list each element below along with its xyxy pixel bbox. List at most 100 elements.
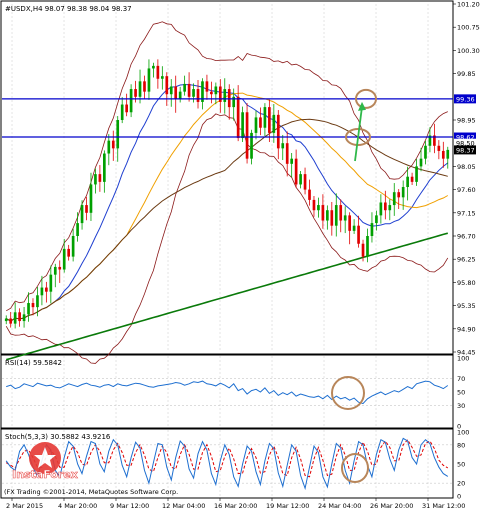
candle-body <box>223 89 227 102</box>
candle-body <box>40 287 44 296</box>
candle-body <box>49 274 53 292</box>
candle-body <box>80 205 84 224</box>
candle-body <box>31 303 35 308</box>
chart-root: 99.36 98.62 98.50 98.37 101.20 100.75 100.30 99… <box>0 0 480 510</box>
candle-body <box>321 205 325 221</box>
candle-body <box>392 192 396 206</box>
candle-body <box>294 158 298 185</box>
candle-body <box>348 215 351 231</box>
candle-body <box>446 149 450 159</box>
candle-body <box>192 89 195 97</box>
candle-body <box>71 236 75 257</box>
candle-body <box>218 86 222 102</box>
candle-body <box>125 104 128 113</box>
y-tick-label: 97.60 <box>457 186 476 194</box>
candle-body <box>268 107 271 133</box>
candle-body <box>441 150 445 159</box>
instaforex-text: InstaForex <box>12 468 78 481</box>
candle-body <box>178 91 182 100</box>
stoch-y-tick-label: 100 <box>457 429 469 437</box>
candle-body <box>196 89 200 102</box>
candle-body <box>214 86 218 95</box>
candle-body <box>357 225 360 244</box>
price-tag-label: 99.36 <box>456 95 475 103</box>
candle-body <box>107 140 111 154</box>
rsi-y-tick-label: 100 <box>457 355 469 363</box>
candle-body <box>415 166 418 182</box>
candle-body <box>401 187 405 198</box>
candle-body <box>147 68 151 92</box>
candle-body <box>210 91 213 95</box>
candle-body <box>27 303 30 315</box>
copyright-text: (FX Trading ©2001-2014, MetaQuotes Softw… <box>4 488 178 496</box>
x-tick-label: 12 Mar 04:00 <box>162 502 205 510</box>
y-tick-label: 94.90 <box>457 325 476 333</box>
main-panel-frame <box>0 0 454 355</box>
candle-body <box>13 312 17 324</box>
candle-body <box>160 76 164 79</box>
candle-body <box>361 243 365 257</box>
candle-body <box>183 83 186 92</box>
candle-body <box>263 107 267 128</box>
x-tick-label: 9 Mar 12:00 <box>110 502 149 510</box>
candle-body <box>326 210 329 221</box>
candle-body <box>67 248 71 257</box>
candle-body <box>143 81 146 92</box>
candle-body <box>116 120 120 149</box>
candle-body <box>98 174 102 182</box>
candle-body <box>299 174 302 185</box>
stoch-y-tick-label: 50 <box>457 461 465 469</box>
candle-body <box>174 86 178 100</box>
rsi-y-tick-label: 70 <box>457 375 465 383</box>
candle-body <box>352 225 356 231</box>
candle-body <box>165 76 169 95</box>
candle-body <box>254 117 258 133</box>
candle-body <box>410 176 414 182</box>
candle-body <box>272 114 276 133</box>
candle-body <box>169 86 173 95</box>
y-tick-label: 100.75 <box>457 24 480 32</box>
y-tick-label: 96.25 <box>457 256 476 264</box>
trading-chart: 99.3698.6298.5098.37101.20100.75100.3099… <box>0 0 480 510</box>
x-tick-label: 26 Mar 20:00 <box>370 502 413 510</box>
candle-body <box>22 314 26 322</box>
y-tick-label: 98.95 <box>457 117 476 125</box>
candle-body <box>330 210 334 226</box>
candle-body <box>187 83 191 97</box>
candle-body <box>4 318 8 322</box>
y-tick-label: 97.15 <box>457 209 476 217</box>
candle-body <box>45 287 48 292</box>
candle-body <box>317 205 320 211</box>
stoch-y-tick-label: 80 <box>457 441 465 449</box>
candle-body <box>53 266 57 275</box>
y-tick-label: 96.70 <box>457 233 476 241</box>
y-tick-label: 100.30 <box>457 47 480 55</box>
candle-body <box>379 202 383 216</box>
candle-body <box>62 248 66 270</box>
candle-body <box>334 205 338 226</box>
candle-body <box>36 295 39 308</box>
candle-body <box>366 236 369 257</box>
candle-body <box>406 176 409 188</box>
candle-body <box>285 143 289 164</box>
candle-body <box>424 145 427 159</box>
x-tick-label: 2 Mar 2015 <box>6 502 43 510</box>
candle-body <box>18 312 21 322</box>
candle-body <box>236 96 240 139</box>
candle-body <box>259 117 262 128</box>
candle-body <box>85 205 88 213</box>
candle-body <box>156 65 160 79</box>
candle-body <box>303 174 307 190</box>
candle-body <box>120 104 124 120</box>
stoch-y-tick-label: 0 <box>457 493 461 501</box>
candle-body <box>76 223 79 236</box>
candle-body <box>129 89 133 113</box>
stoch-y-tick-label: 20 <box>457 480 465 488</box>
candle-body <box>383 202 387 211</box>
candle-body <box>245 112 249 159</box>
candle-body <box>138 81 142 97</box>
candle-body <box>388 205 392 211</box>
candle-body <box>397 192 401 198</box>
candle-body <box>103 153 106 182</box>
candle-body <box>111 140 115 149</box>
